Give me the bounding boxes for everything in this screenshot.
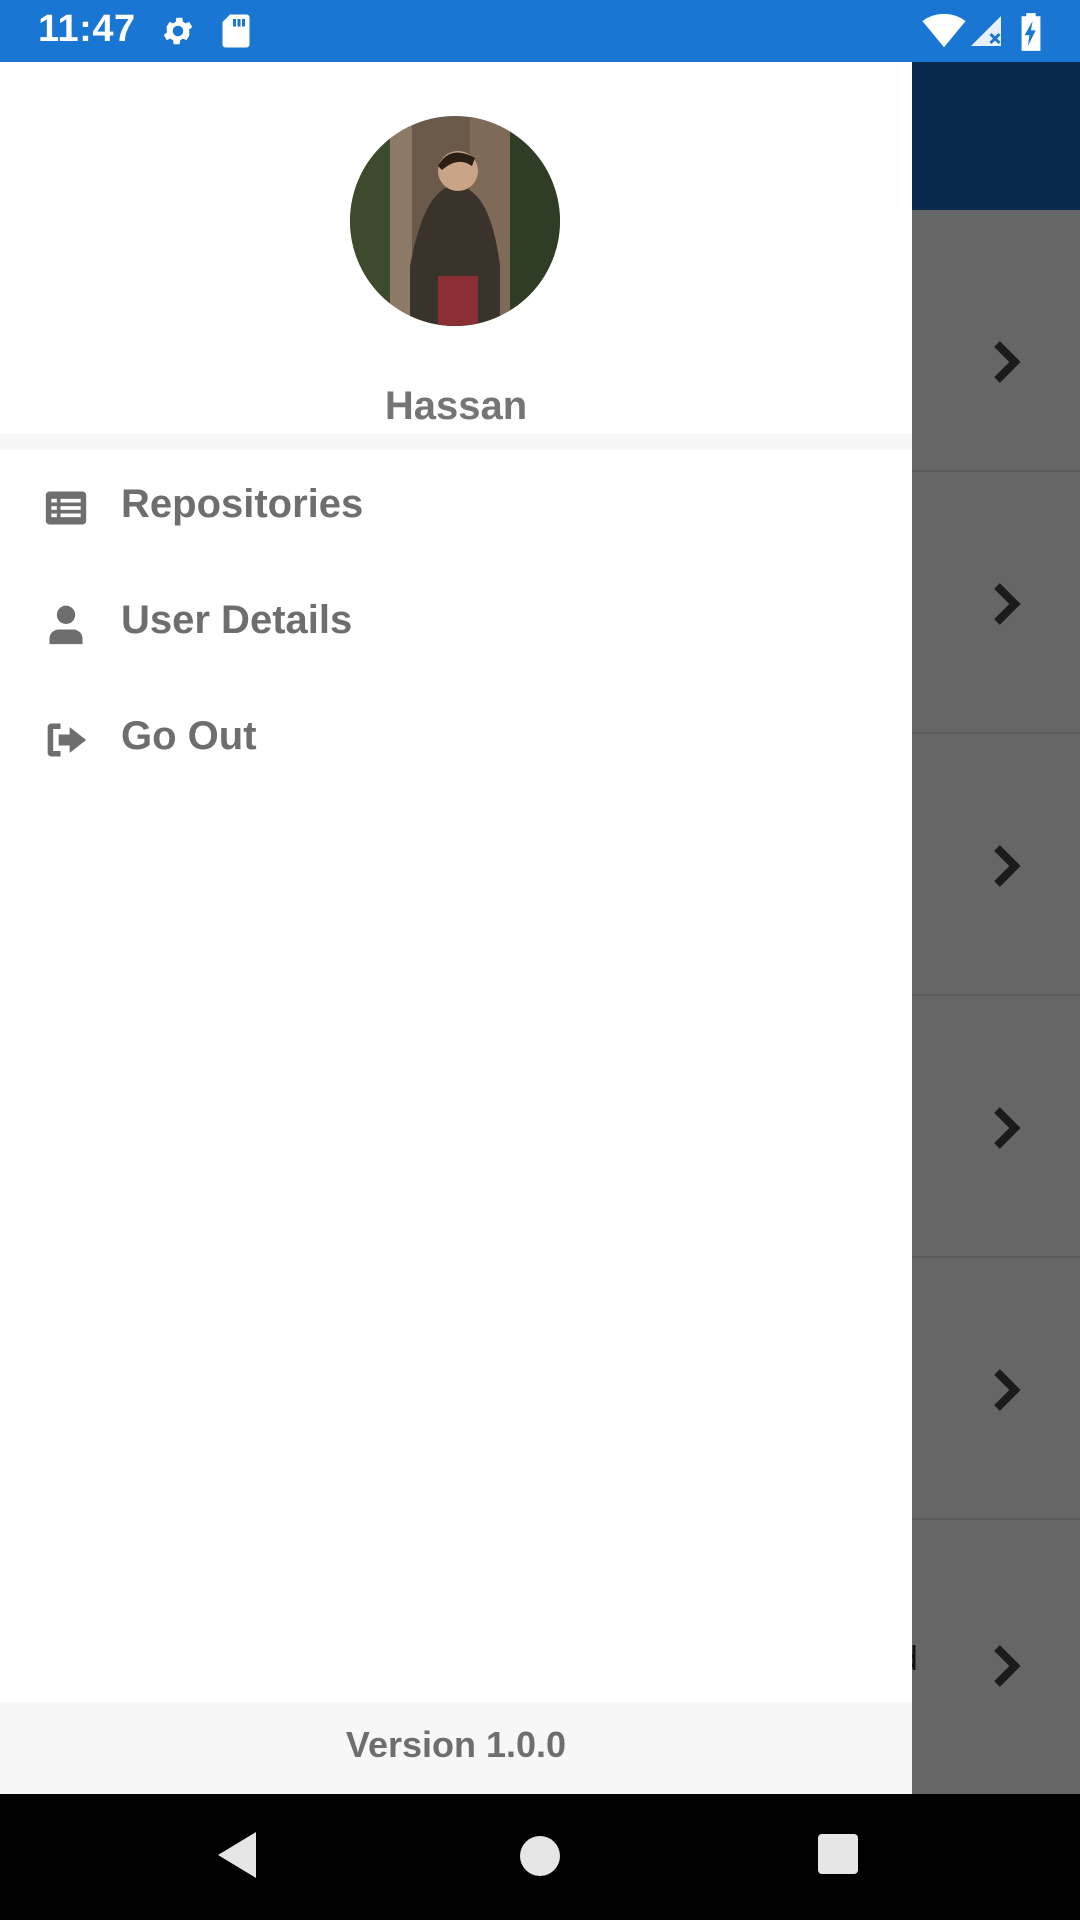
menu-item-repositories[interactable]: Repositories [0,450,912,566]
menu-item-go-out[interactable]: Go Out [0,682,912,798]
wifi-icon [922,13,966,54]
system-nav-bar [0,1794,1080,1920]
navigation-drawer: Hassan Repositories User Details Go Out … [0,62,912,1794]
menu-item-label: User Details [121,598,353,642]
sign-out-icon [44,718,88,762]
drawer-menu: Repositories User Details Go Out [0,450,912,798]
settings-icon [160,13,196,54]
menu-item-user-details[interactable]: User Details [0,566,912,682]
home-icon[interactable] [520,1836,560,1881]
avatar [350,116,560,326]
divider [0,434,912,450]
back-icon[interactable] [216,1830,260,1885]
signal-icon [968,13,1004,54]
battery-charging-icon [1020,13,1042,56]
user-icon [44,602,88,646]
status-time: 11:47 [38,8,136,50]
menu-item-label: Repositories [121,482,364,526]
status-bar: 11:47 [0,0,1080,62]
app-version: Version 1.0.0 [345,1724,567,1765]
menu-item-label: Go Out [121,714,257,758]
sd-card-icon [220,13,252,54]
list-icon [44,486,88,530]
profile-name: Hassan [384,384,528,428]
recents-icon[interactable] [818,1834,858,1879]
drawer-footer: Version 1.0.0 [0,1702,912,1794]
